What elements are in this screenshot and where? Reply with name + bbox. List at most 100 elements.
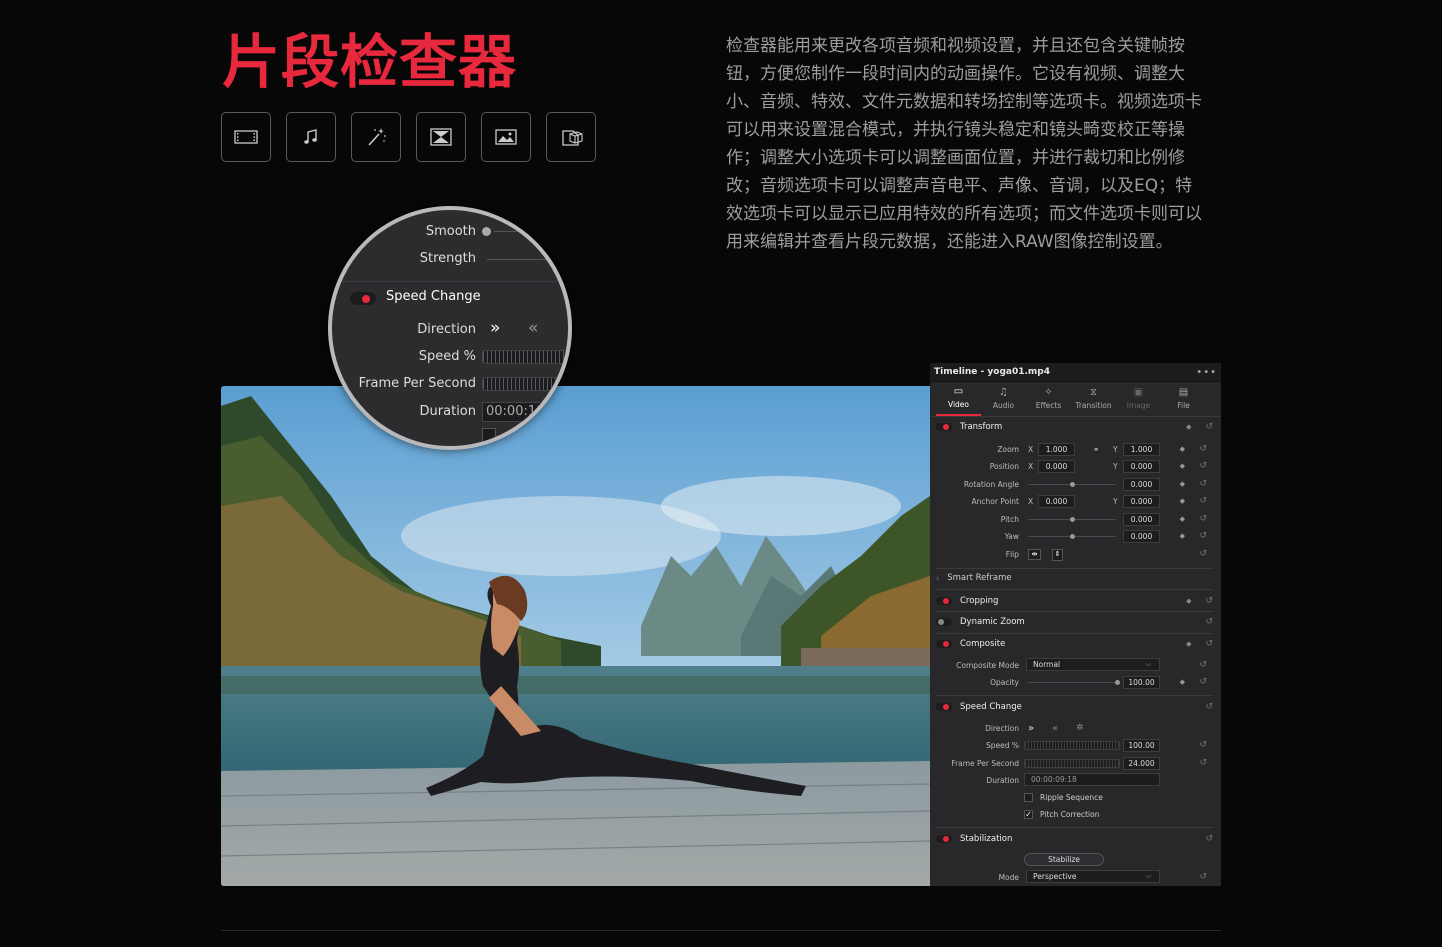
reset-icon[interactable]: ↺	[1205, 422, 1213, 432]
keyframe-icon[interactable]: ◆	[1180, 462, 1185, 470]
yaw-field[interactable]: 0.000	[1123, 529, 1160, 543]
reset-icon[interactable]: ↺	[1199, 514, 1207, 524]
audio-tab-icon: ♫	[999, 387, 1008, 398]
position-y-field[interactable]: 0.000	[1123, 459, 1160, 473]
fps-jog[interactable]	[482, 377, 568, 391]
speed-field[interactable]: 100.00	[1123, 738, 1160, 752]
duration-field[interactable]: 00:00:10	[482, 402, 568, 422]
tab-audio[interactable]: ♫ Audio	[981, 382, 1026, 416]
transition-icon[interactable]	[416, 112, 466, 162]
freeze-icon[interactable]: ✲	[1076, 723, 1084, 733]
reset-icon[interactable]: ↺	[1199, 758, 1207, 768]
yaw-row: Yaw 0.000 ◆ ↺	[1004, 529, 1207, 543]
forward-icon[interactable]: »	[490, 318, 500, 338]
duration-field[interactable]: 00:00:09:18	[1024, 773, 1160, 786]
stabilization-mode-dropdown[interactable]: Perspective ⌵	[1026, 870, 1160, 883]
position-x-field[interactable]: 0.000	[1038, 459, 1075, 473]
forward-icon[interactable]: »	[1028, 723, 1034, 734]
tab-effects[interactable]: ✧ Effects	[1026, 382, 1071, 416]
reset-icon[interactable]: ↺	[1205, 639, 1213, 649]
keyframe-icon[interactable]: ◆	[1180, 532, 1185, 540]
keyframe-icon[interactable]: ◆	[1180, 480, 1185, 488]
opacity-slider[interactable]	[1028, 680, 1120, 685]
composite-toggle[interactable]	[936, 640, 952, 648]
keyframe-icon[interactable]: ◆	[1180, 497, 1185, 505]
tab-image[interactable]: ▣ Image	[1116, 382, 1161, 416]
reverse-icon[interactable]: «	[1052, 723, 1058, 734]
reset-icon[interactable]: ↺	[1199, 461, 1207, 471]
section-divider	[221, 930, 1221, 931]
smooth-slider-knob[interactable]	[482, 227, 491, 236]
reverse-icon[interactable]: «	[528, 318, 538, 338]
keyframe-icon[interactable]: ◆	[1186, 423, 1191, 431]
rotation-field[interactable]: 0.000	[1123, 477, 1160, 491]
ripple-checkbox[interactable]	[482, 428, 496, 442]
flip-horizontal-icon[interactable]: ⇹	[1028, 549, 1041, 560]
speed-change-toggle[interactable]	[936, 703, 952, 711]
keyframe-icon[interactable]: ◆	[1180, 515, 1185, 523]
composite-mode-dropdown[interactable]: Normal ⌵	[1026, 658, 1160, 671]
stabilization-section[interactable]: Stabilization ↺	[936, 830, 1213, 848]
image-icon[interactable]	[481, 112, 531, 162]
reset-icon[interactable]: ↺	[1199, 549, 1207, 559]
speed-jog[interactable]	[1024, 741, 1120, 750]
transform-toggle[interactable]	[936, 423, 952, 431]
reset-icon[interactable]: ↺	[1205, 617, 1213, 627]
composite-section[interactable]: Composite ◆ ↺	[936, 635, 1213, 653]
dynamic-zoom-section[interactable]: Dynamic Zoom ↺	[936, 613, 1213, 631]
pitch-slider[interactable]	[1028, 517, 1116, 522]
flip-vertical-icon[interactable]: ⇕	[1052, 549, 1063, 561]
ripple-checkbox[interactable]	[1024, 793, 1033, 802]
speed-change-section[interactable]: Speed Change ↺	[936, 698, 1213, 716]
reset-icon[interactable]: ↺	[1205, 702, 1213, 712]
keyframe-icon[interactable]: ◆	[1186, 597, 1191, 605]
rotation-slider[interactable]	[1028, 482, 1116, 487]
cropping-section[interactable]: Cropping ◆ ↺	[936, 592, 1213, 610]
reset-icon[interactable]: ↺	[1199, 740, 1207, 750]
anchor-x-field[interactable]: 0.000	[1038, 494, 1075, 508]
keyframe-icon[interactable]: ◆	[1180, 445, 1185, 453]
magic-wand-icon[interactable]	[351, 112, 401, 162]
reset-icon[interactable]: ↺	[1199, 660, 1207, 670]
fps-jog[interactable]	[1024, 759, 1120, 768]
stabilization-toggle[interactable]	[936, 835, 952, 843]
tab-video[interactable]: ▭ Video	[936, 382, 981, 416]
tab-transition[interactable]: ⧖ Transition	[1071, 382, 1116, 416]
reset-icon[interactable]: ↺	[1199, 677, 1207, 687]
inspector-tabs: ▭ Video ♫ Audio ✧ Effects ⧖ Transition ▣ Imag…	[930, 382, 1221, 417]
page-title: 片段检查器	[222, 28, 518, 96]
yaw-slider[interactable]	[1028, 534, 1116, 539]
description-text: 检查器能用来更改各项音频和视频设置，并且还包含关键帧按钮，方便您制作一段时间内的…	[726, 36, 1202, 252]
tab-file[interactable]: ▤ File	[1161, 382, 1206, 416]
transform-section[interactable]: Transform ◆ ↺	[936, 418, 1213, 436]
cropping-toggle[interactable]	[936, 597, 952, 605]
file-cube-icon[interactable]	[546, 112, 596, 162]
pitch-correction-checkbox[interactable]: ✓	[1024, 810, 1033, 819]
speed-jog[interactable]	[482, 350, 568, 364]
reset-icon[interactable]: ↺	[1199, 496, 1207, 506]
reset-icon[interactable]: ↺	[1199, 444, 1207, 454]
stabilize-button[interactable]: Stabilize	[1024, 853, 1104, 866]
link-icon[interactable]: ⚭	[1093, 445, 1099, 454]
fps-field[interactable]: 24.000	[1123, 756, 1160, 770]
film-icon[interactable]	[221, 112, 271, 162]
more-options-icon[interactable]: •••	[1196, 367, 1217, 378]
anchor-y-field[interactable]: 0.000	[1123, 494, 1160, 508]
reset-icon[interactable]: ↺	[1205, 596, 1213, 606]
music-note-icon[interactable]	[286, 112, 336, 162]
speed-change-toggle[interactable]	[350, 292, 376, 305]
dynamic-zoom-toggle[interactable]	[936, 618, 952, 626]
keyframe-icon[interactable]: ◆	[1186, 640, 1191, 648]
reset-icon[interactable]: ↺	[1199, 531, 1207, 541]
inspector-panel: Timeline - yoga01.mp4 ••• ▭ Video ♫ Audio …	[930, 363, 1221, 886]
keyframe-icon[interactable]: ◆	[1180, 678, 1185, 686]
reset-icon[interactable]: ↺	[1199, 479, 1207, 489]
opacity-field[interactable]: 100.00	[1123, 675, 1160, 689]
zoom-x-field[interactable]: 1.000	[1038, 442, 1075, 456]
inspector-tab-icons	[221, 112, 596, 162]
smart-reframe-section[interactable]: › Smart Reframe	[936, 569, 1213, 587]
reset-icon[interactable]: ↺	[1205, 834, 1213, 844]
zoom-y-field[interactable]: 1.000	[1123, 442, 1160, 456]
pitch-field[interactable]: 0.000	[1123, 512, 1160, 526]
reset-icon[interactable]: ↺	[1199, 872, 1207, 882]
